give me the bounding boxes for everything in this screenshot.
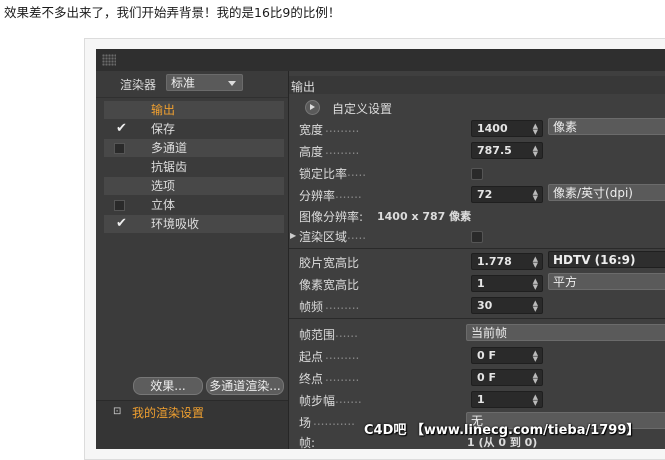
frame-range-label: 帧范围 <box>299 328 336 342</box>
renderer-label: 渲染器 <box>120 78 157 92</box>
nav-item-label: 输出 <box>151 103 176 117</box>
start-label: 起点 <box>299 350 324 364</box>
height-label: 高度 <box>299 145 324 159</box>
nav-item-label: 抗锯齿 <box>151 160 188 174</box>
nav-item-antialias[interactable]: 抗锯齿 <box>104 158 284 176</box>
watermark: C4D吧 【www.linecg.com/tieba/1799】 <box>364 423 640 438</box>
nav-item-label: 保存 <box>151 122 176 136</box>
renderer-dropdown[interactable]: 标准 <box>166 74 243 91</box>
image-resolution-label: 图像分辨率: <box>299 210 364 224</box>
spinner-icon[interactable]: ▲ ▼ <box>533 256 538 269</box>
pixel-aspect-input[interactable]: 1 ▲ ▼ <box>471 275 543 292</box>
resolution-value: 72 <box>477 188 493 201</box>
custom-settings-label: 自定义设置 <box>332 102 393 116</box>
field-label: 场 <box>299 416 312 430</box>
nav-item-ambient-occlusion[interactable]: ✔ 环境吸收 <box>104 215 284 233</box>
spinner-icon[interactable]: ▲ ▼ <box>533 300 538 313</box>
frame-range-value: 当前帧 <box>471 326 508 340</box>
checkmark-icon[interactable]: ✔ <box>116 120 127 138</box>
width-input[interactable]: 1400 ▲ ▼ <box>471 120 543 137</box>
image-resolution-value: 1400 x 787 像素 <box>377 210 472 223</box>
resolution-input[interactable]: 72 ▲ ▼ <box>471 186 543 203</box>
pixel-aspect-value: 1 <box>477 277 485 290</box>
post-caption: 效果差不多出来了，我们开始弄背景！我的是16比9的比例！ <box>4 5 341 20</box>
film-aspect-value: 1.778 <box>477 255 512 268</box>
end-label: 终点 <box>299 372 324 386</box>
nav-item-save[interactable]: ✔ 保存 <box>104 120 284 138</box>
frames-label: 帧: <box>299 436 316 449</box>
chevron-down-icon <box>228 81 236 86</box>
frame-rate-value: 30 <box>477 299 493 312</box>
settings-sidebar: 渲染器 标准 输出 ✔ 保存 多通道 抗锯齿 选项 立体 ✔ 环境吸收 效果..… <box>96 71 289 449</box>
frame-rate-label: 帧频 <box>299 300 324 314</box>
pixel-aspect-preset-value: 平方 <box>553 275 578 289</box>
render-setting-item[interactable]: 我的渲染设置 <box>132 404 204 421</box>
nav-item-label: 多通道 <box>151 141 188 155</box>
frame-step-label: 帧步幅 <box>299 394 336 408</box>
preset-play-icon[interactable] <box>305 100 320 115</box>
start-value: 0 F <box>477 349 496 362</box>
render-settings-window: 渲染器 标准 输出 ✔ 保存 多通道 抗锯齿 选项 立体 ✔ 环境吸收 效果..… <box>96 49 665 449</box>
nav-item-label: 选项 <box>151 179 176 193</box>
render-region-label: 渲染区域 <box>299 230 348 244</box>
spinner-icon[interactable]: ▲ ▼ <box>533 350 538 363</box>
effects-button[interactable]: 效果... <box>133 377 203 395</box>
frame-rate-input[interactable]: 30 ▲ ▼ <box>471 297 543 314</box>
checkmark-icon[interactable]: ✔ <box>116 215 127 233</box>
spinner-icon[interactable]: ▲ ▼ <box>533 145 538 158</box>
lock-ratio-label: 锁定比率 <box>299 167 348 181</box>
checkbox-empty-icon[interactable] <box>114 200 125 211</box>
end-input[interactable]: 0 F ▲ ▼ <box>471 369 543 386</box>
end-value: 0 F <box>477 371 496 384</box>
resolution-unit-dropdown[interactable]: 像素/英寸(dpi) <box>548 184 665 201</box>
nav-item-label: 立体 <box>151 198 176 212</box>
pixel-aspect-preset-dropdown[interactable]: 平方 <box>548 273 665 290</box>
spinner-icon[interactable]: ▲ ▼ <box>533 123 538 136</box>
spinner-icon[interactable]: ▲ ▼ <box>533 278 538 291</box>
panel-title: 输出 <box>291 80 316 94</box>
width-value: 1400 <box>477 122 508 135</box>
pixel-aspect-label: 像素宽高比 <box>299 278 360 292</box>
height-value: 787.5 <box>477 144 512 157</box>
render-region-checkbox[interactable] <box>471 231 483 243</box>
spinner-icon[interactable]: ▲ ▼ <box>533 394 538 407</box>
spinner-icon[interactable]: ▲ ▼ <box>533 372 538 385</box>
expand-icon[interactable]: ⊡ <box>113 406 121 417</box>
panel-header: 输出 <box>289 76 665 94</box>
nav-item-label: 环境吸收 <box>151 217 200 231</box>
height-input[interactable]: 787.5 ▲ ▼ <box>471 142 543 159</box>
frame-step-value: 1 <box>477 393 485 406</box>
film-aspect-label: 胶片宽高比 <box>299 256 360 270</box>
film-aspect-preset-value: HDTV (16:9) <box>553 253 636 267</box>
checkbox-empty-icon[interactable] <box>114 143 125 154</box>
width-unit-dropdown[interactable]: 像素 <box>548 118 665 135</box>
film-aspect-input[interactable]: 1.778 ▲ ▼ <box>471 253 543 270</box>
nav-item-output[interactable]: 输出 <box>104 101 284 119</box>
multipass-render-button[interactable]: 多通道渲染... <box>206 377 284 395</box>
nav-item-multipass[interactable]: 多通道 <box>104 139 284 157</box>
frame-range-dropdown[interactable]: 当前帧 <box>466 324 665 341</box>
film-aspect-preset-dropdown[interactable]: HDTV (16:9) <box>548 251 665 268</box>
window-titlebar[interactable] <box>96 49 665 72</box>
resolution-label: 分辨率 <box>299 189 336 203</box>
lock-ratio-checkbox[interactable] <box>471 168 483 180</box>
nav-item-options[interactable]: 选项 <box>104 177 284 195</box>
frame-step-input[interactable]: 1 ▲ ▼ <box>471 391 543 408</box>
output-settings-panel: 输出 自定义设置 宽度 ......... 1400 ▲ ▼ 像素 高度 .....… <box>289 71 665 449</box>
expand-arrow-icon[interactable]: ▶ <box>290 231 296 240</box>
start-input[interactable]: 0 F ▲ ▼ <box>471 347 543 364</box>
resolution-unit-value: 像素/英寸(dpi) <box>553 186 633 200</box>
grip-icon[interactable] <box>102 54 116 66</box>
render-setting-list: ⊡ 我的渲染设置 <box>96 401 288 449</box>
renderer-value: 标准 <box>171 76 196 90</box>
width-label: 宽度 <box>299 123 324 137</box>
spinner-icon[interactable]: ▲ ▼ <box>533 189 538 202</box>
width-unit-value: 像素 <box>553 120 578 134</box>
nav-item-stereo[interactable]: 立体 <box>104 196 284 214</box>
